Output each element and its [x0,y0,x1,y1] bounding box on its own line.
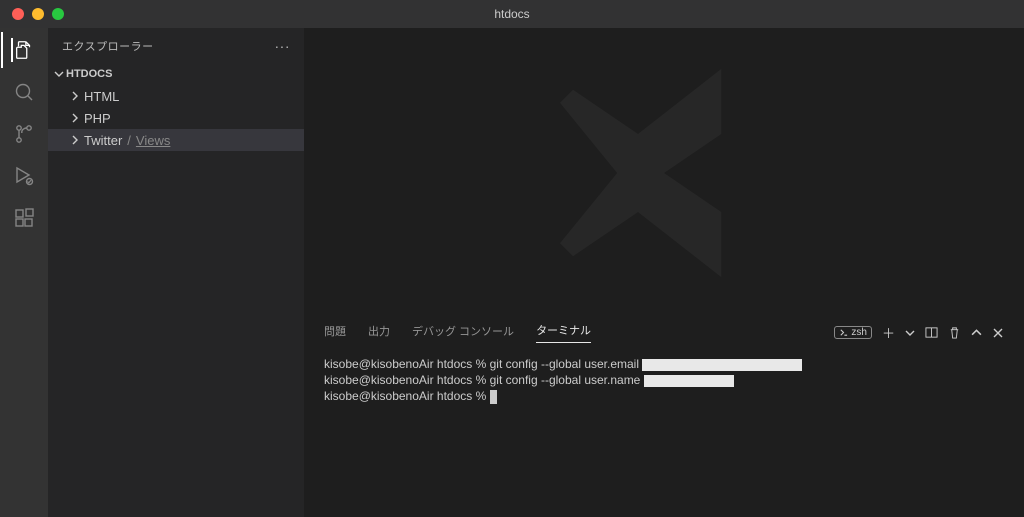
activity-bar [0,28,48,517]
folder-label: HTML [84,89,119,104]
tab-debug-console[interactable]: デバッグ コンソール [412,323,514,343]
split-terminal-icon[interactable] [925,326,938,339]
maximize-window[interactable] [52,8,64,20]
sidebar-explorer: エクスプローラー ··· HTDOCS HTML PHP Twitter / V… [48,28,304,517]
source-control-icon[interactable] [12,122,36,146]
tab-problems[interactable]: 問題 [324,323,346,343]
window-title: htdocs [494,7,529,21]
close-window[interactable] [12,8,24,20]
tab-terminal[interactable]: ターミナル [536,322,591,343]
shell-name: zsh [851,327,867,338]
window-controls [0,8,64,20]
folder-item-php[interactable]: PHP [48,107,304,129]
maximize-panel-icon[interactable] [971,327,982,338]
extensions-icon[interactable] [12,206,36,230]
explorer-icon[interactable] [11,38,35,62]
terminal-content[interactable]: kisobe@kisobenoAir htdocs % git config -… [304,348,1024,413]
minimize-window[interactable] [32,8,44,20]
bottom-panel: 問題 出力 デバッグ コンソール ターミナル zsh ＋ [304,317,1024,517]
search-icon[interactable] [12,80,36,104]
folder-root-label: HTDOCS [66,68,112,80]
folder-label: Twitter [84,133,122,148]
close-panel-icon[interactable] [992,327,1004,339]
shell-selector[interactable]: zsh [834,326,872,339]
kill-terminal-icon[interactable] [948,326,961,339]
tab-output[interactable]: 出力 [368,323,390,343]
folder-label: PHP [84,111,111,126]
editor-area [304,28,1024,317]
path-separator: / [127,133,131,148]
sidebar-title: エクスプローラー [62,38,154,54]
folder-item-html[interactable]: HTML [48,85,304,107]
folder-root[interactable]: HTDOCS [48,63,304,85]
vscode-logo-watermark [534,43,794,303]
panel-tabs: 問題 出力 デバッグ コンソール ターミナル zsh ＋ [304,318,1024,348]
terminal-dropdown-icon[interactable] [905,328,915,338]
new-terminal-icon[interactable]: ＋ [882,323,895,342]
titlebar: htdocs [0,0,1024,28]
sidebar-more-icon[interactable]: ··· [275,38,291,54]
run-debug-icon[interactable] [12,164,36,188]
folder-subpath: Views [136,133,170,148]
folder-item-twitter[interactable]: Twitter / Views [48,129,304,151]
